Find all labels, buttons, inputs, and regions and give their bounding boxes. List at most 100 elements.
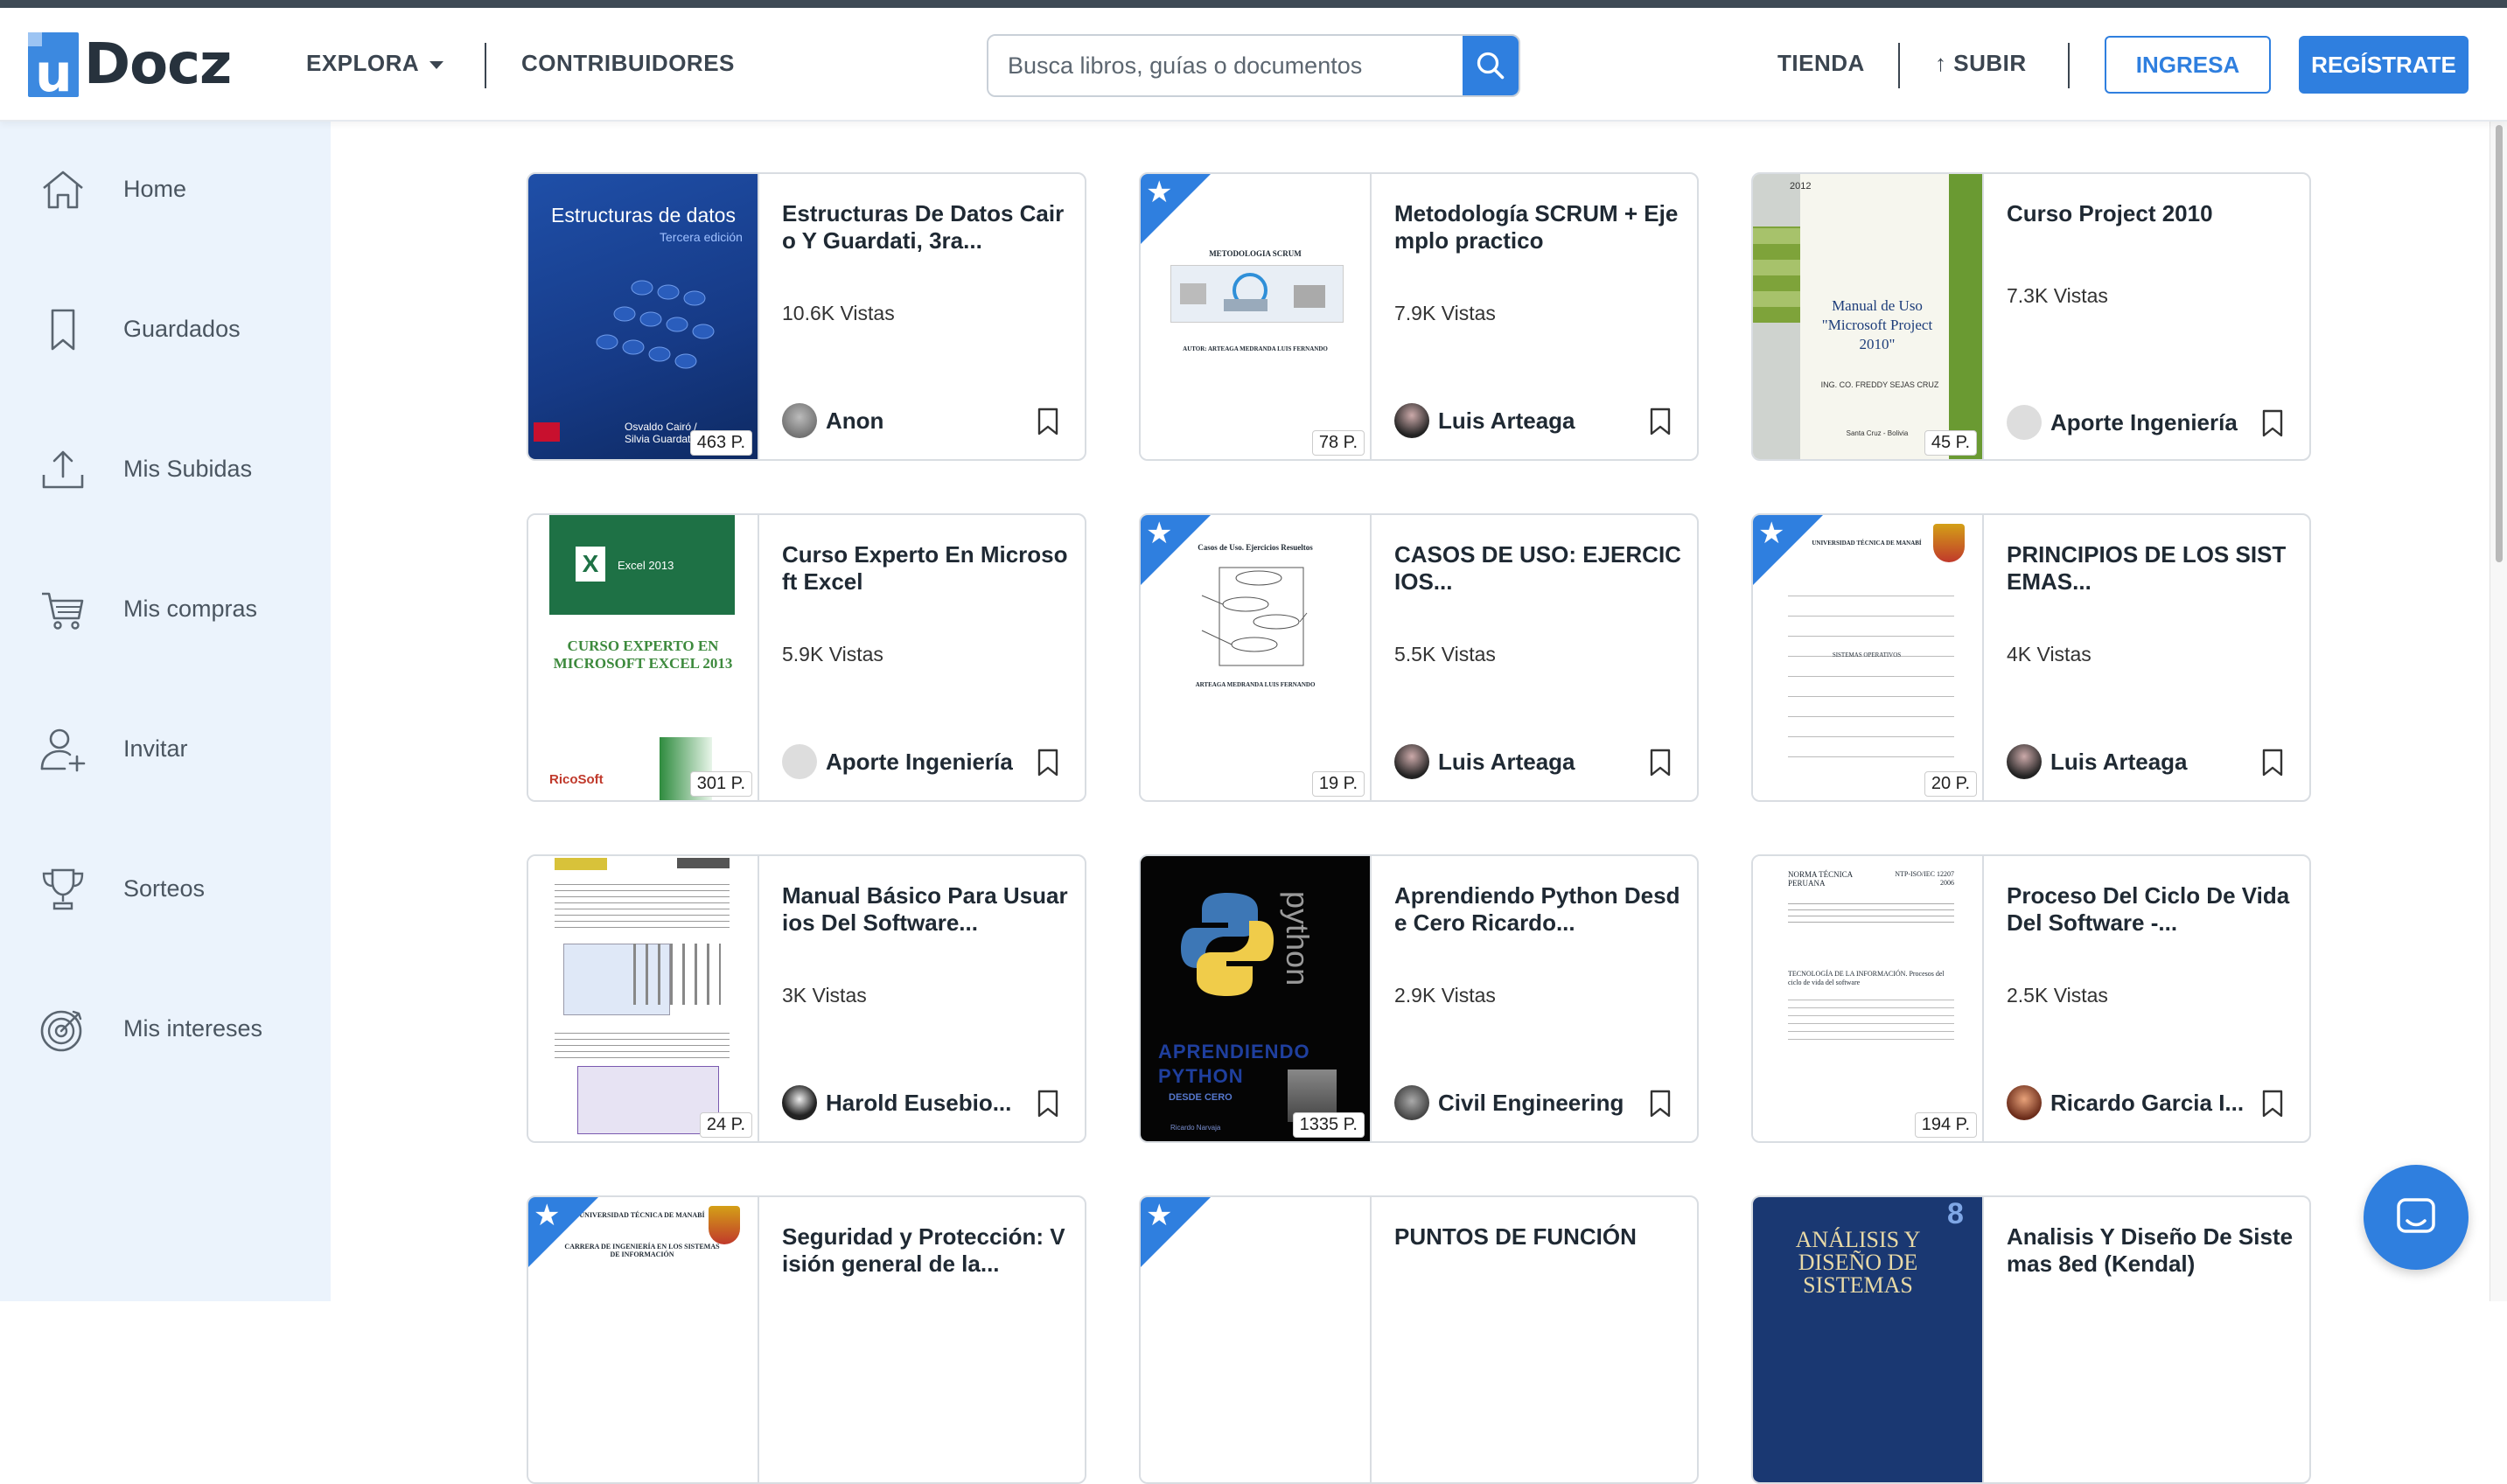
author[interactable]: Luis Arteaga — [1394, 403, 1575, 438]
sidebar-item-mis-intereses[interactable]: Mis intereses — [0, 986, 331, 1073]
chat-button[interactable] — [2364, 1165, 2469, 1270]
view-count: 10.6K Vistas — [782, 302, 895, 324]
author[interactable]: Anon — [782, 403, 883, 438]
bookmark-icon[interactable] — [2260, 1089, 2285, 1118]
avatar — [782, 1085, 817, 1120]
document-title[interactable]: Analisis Y Diseño De Sistemas 8ed (Kenda… — [2007, 1223, 2295, 1278]
document-title[interactable]: Curso Experto En Microsoft Excel — [782, 541, 1071, 596]
document-title[interactable]: PRINCIPIOS DE LOS SISTEMAS... — [2007, 541, 2295, 596]
sidebar-item-mis-compras[interactable]: Mis compras — [0, 566, 331, 653]
cover-subtitle: Tercera edición — [660, 230, 743, 244]
bookmark-icon[interactable] — [1036, 748, 1060, 777]
author[interactable]: Civil Engineering — [1394, 1085, 1624, 1120]
document-card[interactable]: 24 P. Manual Básico Para Usuarios Del So… — [527, 854, 1086, 1143]
document-title[interactable]: Manual Básico Para Usuarios Del Software… — [782, 882, 1071, 937]
document-title[interactable]: Metodología SCRUM + Ejemplo practico — [1394, 200, 1683, 254]
document-card[interactable]: python APRENDIENDO PYTHON DESDE CERO Ric… — [1139, 854, 1699, 1143]
bookmark-icon[interactable] — [1648, 1089, 1672, 1118]
document-title[interactable]: CASOS DE USO: EJERCICIOS... — [1394, 541, 1683, 596]
document-card[interactable]: Estructuras de datos Tercera edición Osv… — [527, 172, 1086, 461]
star-icon: ★ — [1146, 517, 1173, 550]
document-cover: 2012 Manual de Uso "Microsoft Project 20… — [1753, 174, 1984, 459]
document-cover: X Excel 2013 CURSO EXPERTO EN MICROSOFT … — [528, 515, 759, 800]
view-count: 7.9K Vistas — [1394, 302, 1496, 324]
sidebar-item-home[interactable]: Home — [0, 146, 331, 233]
cover-title: ANÁLISIS Y DISEÑO DE SISTEMAS — [1795, 1227, 1921, 1298]
login-button[interactable]: INGRESA — [2105, 36, 2271, 94]
page-count: 20 P. — [1924, 771, 1977, 797]
document-card[interactable]: X Excel 2013 CURSO EXPERTO EN MICROSOFT … — [527, 513, 1086, 802]
document-card[interactable]: METODOLOGIA SCRUM AUTOR: ARTEAGA MEDRAND… — [1139, 172, 1699, 461]
bookmark-icon[interactable] — [2260, 408, 2285, 438]
document-title[interactable]: Estructuras De Datos Cairo Y Guardati, 3… — [782, 200, 1071, 254]
header-logo-left — [555, 858, 607, 870]
page-count: 301 P. — [689, 771, 752, 797]
document-card[interactable]: UNIVERSIDAD TÉCNICA DE MANABÍ CARRERA DE… — [527, 1195, 1086, 1484]
header: u Docz EXPLORA CONTRIBUIDORES TIENDA ↑ S… — [0, 8, 2507, 122]
document-card[interactable]: 8 ANÁLISIS Y DISEÑO DE SISTEMAS Analisis… — [1751, 1195, 2311, 1484]
document-title[interactable]: Curso Project 2010 — [2007, 200, 2295, 227]
explora-menu[interactable]: EXPLORA — [306, 50, 444, 77]
bookmark-icon[interactable] — [1648, 407, 1672, 436]
subir-link[interactable]: ↑ SUBIR — [1935, 50, 2027, 77]
document-card[interactable]: NORMA TÉCNICA PERUANA NTP-ISO/IEC 12207 … — [1751, 854, 2311, 1143]
view-count: 3K Vistas — [782, 984, 867, 1007]
search-icon — [1477, 52, 1505, 80]
logo-text: Docz — [84, 32, 232, 97]
cover-edition: 8 — [1947, 1197, 1964, 1230]
document-card[interactable]: ★ PUNTOS DE FUNCIÓN — [1139, 1195, 1699, 1484]
search-input[interactable] — [988, 36, 1464, 95]
document-title[interactable]: PUNTOS DE FUNCIÓN — [1394, 1223, 1683, 1251]
sidebar-item-label: Invitar — [123, 735, 188, 762]
cover-title: CURSO EXPERTO EN MICROSOFT EXCEL 2013 — [553, 637, 733, 672]
sidebar: Home Guardados Mis Subidas Mis compras I… — [0, 120, 331, 1301]
document-title[interactable]: Proceso Del Ciclo De Vida Del Software -… — [2007, 882, 2295, 937]
bookmark-icon[interactable] — [1648, 748, 1672, 777]
register-button[interactable]: REGÍSTRATE — [2299, 36, 2469, 94]
author[interactable]: Luis Arteaga — [2007, 744, 2188, 779]
text-lines — [555, 1028, 730, 1062]
view-count: 5.5K Vistas — [1394, 643, 1496, 665]
author[interactable]: Ricardo Garcia I... — [2007, 1085, 2244, 1120]
sidebar-item-guardados[interactable]: Guardados — [0, 286, 331, 373]
bookmark-icon[interactable] — [2260, 748, 2285, 777]
nav-divider — [2068, 43, 2070, 88]
chat-icon — [2397, 1198, 2435, 1233]
sidebar-item-label: Sorteos — [123, 875, 206, 902]
scrollbar[interactable] — [2490, 120, 2507, 1301]
cover-title: Estructuras de datos — [551, 204, 736, 226]
cover-stripe — [1949, 174, 1982, 459]
author[interactable]: Aporte Ingeniería — [782, 744, 1013, 779]
document-cover: 8 ANÁLISIS Y DISEÑO DE SISTEMAS — [1753, 1197, 1984, 1482]
bookmark-icon[interactable] — [1036, 407, 1060, 436]
avatar — [782, 744, 817, 779]
bookmark-icon[interactable] — [1036, 1089, 1060, 1118]
author[interactable]: Harold Eusebio... — [782, 1085, 1011, 1120]
text-lines — [1788, 993, 1954, 1045]
logo-mark: u — [28, 32, 79, 104]
page-count: 78 P. — [1311, 430, 1365, 456]
contribuidores-link[interactable]: CONTRIBUIDORES — [521, 50, 735, 77]
document-card[interactable]: Casos de Uso. Ejercicios Resueltos ARTEA… — [1139, 513, 1699, 802]
document-cover: NORMA TÉCNICA PERUANA NTP-ISO/IEC 12207 … — [1753, 856, 1984, 1141]
author[interactable]: Aporte Ingeniería — [2007, 405, 2238, 440]
tienda-link[interactable]: TIENDA — [1777, 50, 1865, 77]
document-cover: python APRENDIENDO PYTHON DESDE CERO Ric… — [1141, 856, 1372, 1141]
sidebar-item-sorteos[interactable]: Sorteos — [0, 846, 331, 933]
author[interactable]: Luis Arteaga — [1394, 744, 1575, 779]
scrollbar-thumb[interactable] — [2496, 125, 2503, 562]
chevron-down-icon — [429, 60, 444, 69]
sidebar-item-mis-subidas[interactable]: Mis Subidas — [0, 426, 331, 513]
page-count: 1335 P. — [1292, 1112, 1365, 1138]
document-card[interactable]: 2012 Manual de Uso "Microsoft Project 20… — [1751, 172, 2311, 461]
logo[interactable]: u Docz — [28, 25, 232, 104]
nav-divider — [485, 43, 486, 88]
star-icon: ★ — [1758, 517, 1785, 550]
cover-badge: Excel 2013 — [618, 559, 674, 572]
document-title[interactable]: Seguridad y Protección: Visión general d… — [782, 1223, 1071, 1278]
document-title[interactable]: Aprendiendo Python Desde Cero Ricardo... — [1394, 882, 1683, 937]
search-button[interactable] — [1463, 36, 1519, 95]
sidebar-item-invitar[interactable]: Invitar — [0, 706, 331, 793]
document-card[interactable]: UNIVERSIDAD TÉCNICA DE MANABÍ SISTEMAS O… — [1751, 513, 2311, 802]
target-icon — [40, 1010, 82, 1052]
